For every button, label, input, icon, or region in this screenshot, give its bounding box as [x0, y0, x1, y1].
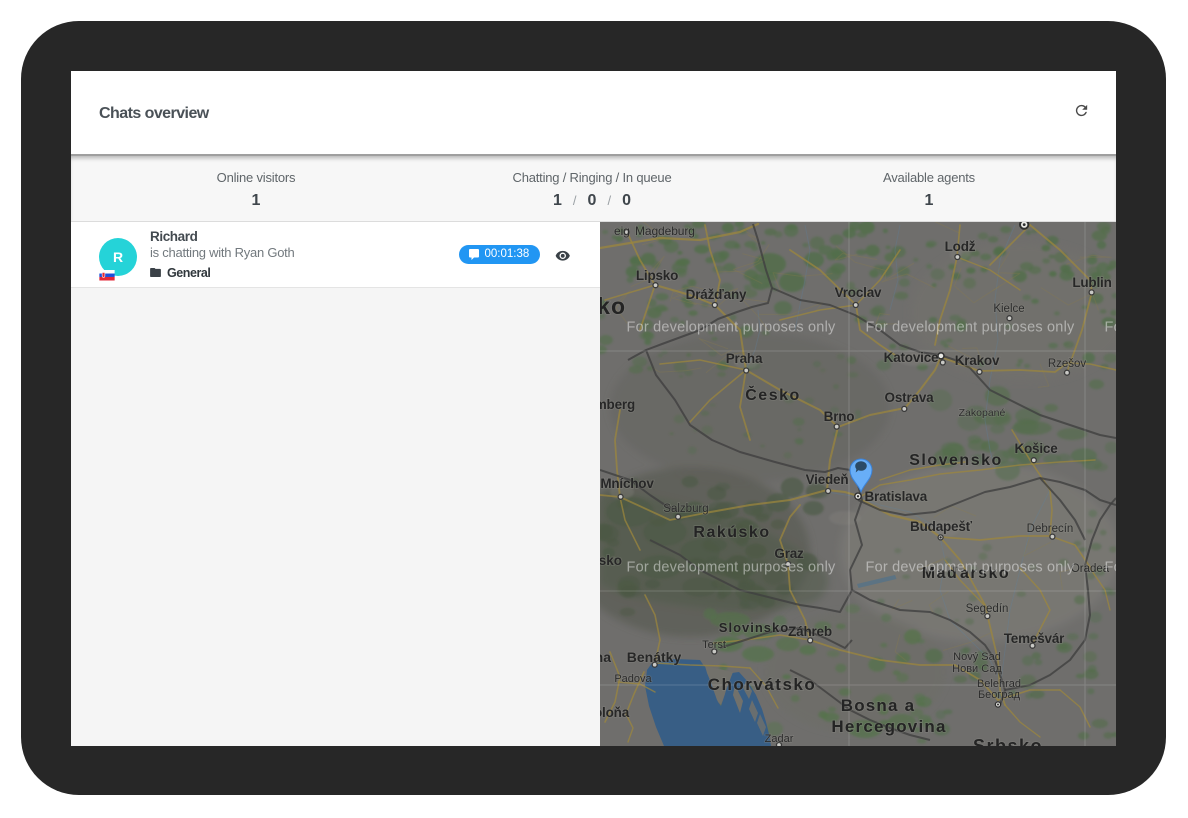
svg-text:Košice: Košice — [1014, 441, 1058, 456]
svg-text:Bosna a: Bosna a — [841, 696, 916, 715]
svg-text:Bratislava: Bratislava — [865, 489, 928, 504]
svg-text:Mníchov: Mníchov — [600, 476, 654, 491]
svg-text:Norimberg: Norimberg — [600, 397, 635, 412]
svg-text:Temešvár: Temešvár — [1004, 631, 1065, 646]
svg-text:Salzburg: Salzburg — [663, 503, 708, 515]
svg-text:Rzešov: Rzešov — [1048, 358, 1087, 370]
svg-text:Lublin: Lublin — [1072, 275, 1111, 290]
svg-text:Slovinsko: Slovinsko — [719, 620, 789, 635]
svg-text:Benátky: Benátky — [627, 649, 682, 665]
svg-text:Magdeburg: Magdeburg — [635, 224, 695, 238]
svg-text:For development purposes only: For development purposes only — [866, 560, 1075, 576]
svg-text:Rakúsko: Rakúsko — [693, 524, 770, 541]
svg-text:Terst: Terst — [702, 639, 726, 651]
svg-text:Segedín: Segedín — [966, 603, 1009, 615]
svg-text:For development purposes only: For development purposes only — [627, 320, 836, 336]
svg-text:Katovice: Katovice — [884, 350, 939, 365]
svg-text:Nový Sad: Nový Sad — [953, 651, 1001, 663]
svg-text:Padova: Padova — [614, 673, 652, 685]
svg-text:Praha: Praha — [726, 351, 763, 366]
svg-text:For development purposes only: For development purposes only — [866, 320, 1075, 336]
svg-text:Srbsko: Srbsko — [973, 736, 1043, 746]
svg-text:Vroclav: Vroclav — [835, 285, 882, 300]
svg-text:Viedeň: Viedeň — [806, 472, 849, 487]
svg-text:Budapešť: Budapešť — [910, 519, 973, 534]
svg-text:Београд: Београд — [978, 689, 1021, 701]
svg-text:For development purposes only: For development purposes only — [1105, 320, 1116, 336]
svg-text:Brno: Brno — [824, 409, 855, 424]
svg-text:Debrecín: Debrecín — [1027, 523, 1074, 535]
svg-text:Ostrava: Ostrava — [885, 390, 935, 405]
svg-text:Нови Сад: Нови Сад — [952, 663, 1002, 675]
svg-text:Zakopané: Zakopané — [959, 407, 1006, 419]
svg-text:eig: eig — [614, 224, 630, 238]
svg-text:Slovensko: Slovensko — [909, 452, 1003, 469]
svg-text:Drážďany: Drážďany — [686, 287, 747, 302]
svg-text:sko: sko — [600, 553, 622, 568]
svg-text:Česko: Česko — [745, 385, 801, 404]
svg-text:Hercegovina: Hercegovina — [831, 717, 946, 736]
svg-text:oloňa: oloňa — [600, 705, 630, 720]
svg-text:Lipsko: Lipsko — [636, 268, 678, 283]
svg-text:For development purposes only: For development purposes only — [1105, 560, 1116, 576]
svg-text:Lodž: Lodž — [945, 239, 976, 254]
svg-text:Chorvátsko: Chorvátsko — [708, 675, 817, 694]
svg-text:na: na — [600, 649, 611, 665]
svg-text:Krakov: Krakov — [955, 353, 1000, 368]
svg-text:Kielce: Kielce — [993, 303, 1024, 315]
svg-text:Záhreb: Záhreb — [788, 624, 832, 639]
svg-text:cko: cko — [600, 293, 626, 319]
svg-text:Zadar: Zadar — [765, 733, 794, 745]
svg-text:For development purposes only: For development purposes only — [627, 560, 836, 576]
